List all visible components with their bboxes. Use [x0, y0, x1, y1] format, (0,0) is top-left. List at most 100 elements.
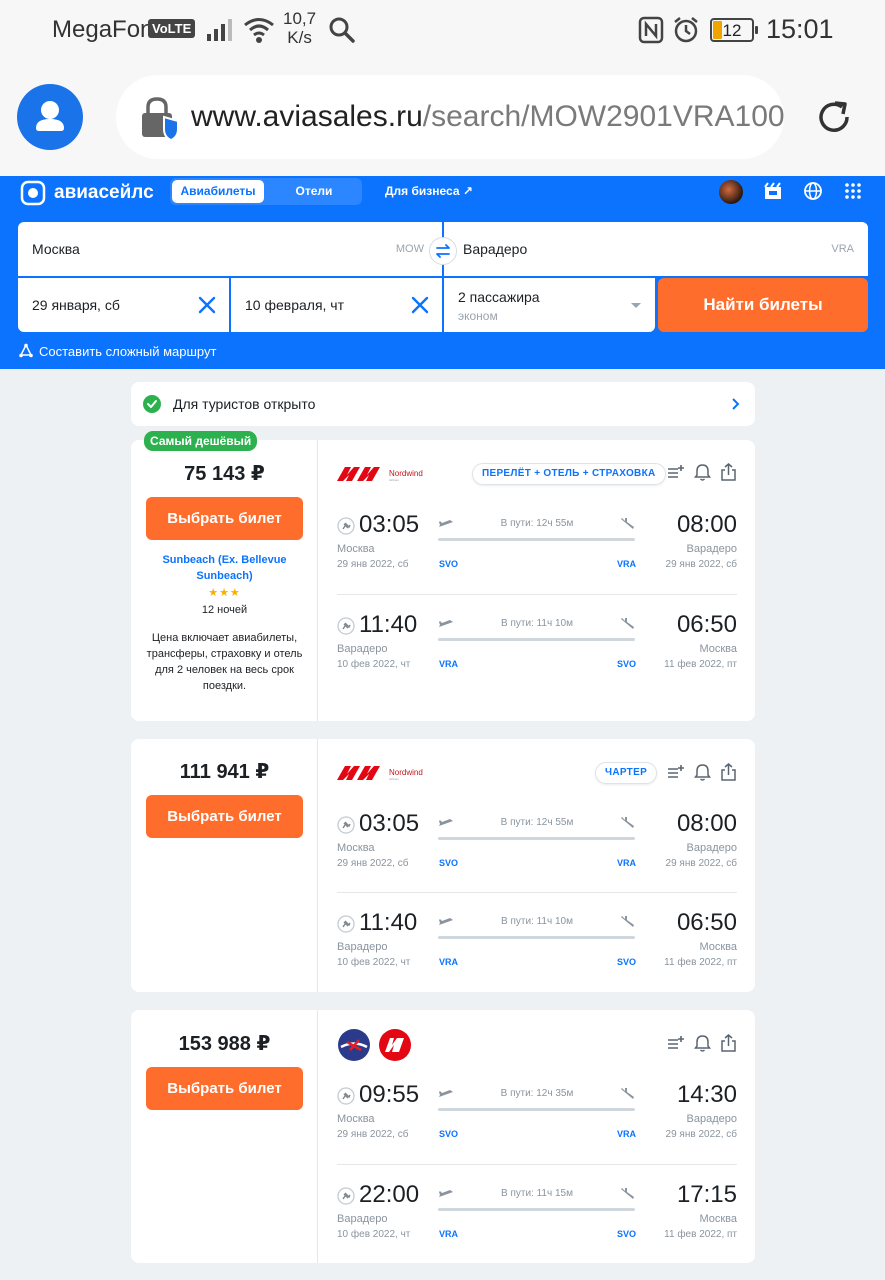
- add-to-list-icon[interactable]: [667, 1034, 685, 1052]
- product-tabs: Авиабилеты Отели: [170, 178, 362, 205]
- price-column: 75 143 ₽ Выбрать билет Sunbeach (Ex. Bel…: [131, 440, 318, 721]
- add-to-list-icon[interactable]: [667, 463, 685, 481]
- find-tickets-button[interactable]: Найти билеты: [658, 278, 868, 332]
- tab-hotels[interactable]: Отели: [270, 180, 358, 203]
- departure-airport: SVO: [439, 858, 459, 868]
- swap-button[interactable]: [429, 237, 457, 265]
- ticket-card: 153 988 ₽ Выбрать билет 09:55 14:30 Моск…: [131, 1010, 755, 1263]
- departure-date: 29 янв 2022, сб: [337, 559, 409, 570]
- clear-return-icon[interactable]: [410, 295, 430, 315]
- bell-icon[interactable]: [694, 1034, 711, 1052]
- clock: 15:01: [766, 14, 834, 44]
- passengers-field[interactable]: 2 пассажира эконом: [444, 278, 655, 332]
- aviasales-logo[interactable]: авиасейлс: [20, 180, 154, 206]
- pin-icon: [337, 915, 355, 933]
- departure-city: Москва: [337, 543, 375, 555]
- flight-duration: В пути: 11ч 10м: [501, 618, 573, 629]
- arrival-time: 17:15: [676, 1181, 737, 1208]
- passengers-count: 2 пассажира: [458, 289, 540, 305]
- cheapest-badge: Самый дешёвый: [144, 431, 258, 451]
- pin-icon: [337, 1187, 355, 1205]
- ticket-price: 111 941 ₽: [179, 761, 270, 783]
- pin-icon: [337, 517, 355, 535]
- price-column: 111 941 ₽ Выбрать билет: [131, 739, 318, 992]
- package-description: Цена включает авиабилеты, трансферы, стр…: [146, 632, 303, 692]
- flight-duration: В пути: 12ч 35м: [500, 1088, 574, 1099]
- origin-field[interactable]: Москва MOW: [18, 222, 442, 276]
- arrival-date: 29 янв 2022, сб: [665, 1129, 737, 1140]
- select-ticket-button[interactable]: Выбрать билет: [146, 1067, 303, 1110]
- depart-date-field[interactable]: 29 января, сб: [18, 278, 229, 332]
- arrival-time: 06:50: [676, 611, 737, 638]
- reload-icon[interactable]: [814, 97, 854, 137]
- departure-airport: SVO: [439, 1129, 459, 1139]
- complex-route-link[interactable]: Составить сложный маршрут: [18, 343, 216, 359]
- share-icon[interactable]: [720, 463, 737, 481]
- hotel-name-link[interactable]: Sunbeach (Ex. Bellevue Sunbeach): [141, 552, 308, 584]
- wifi-icon: [244, 18, 274, 43]
- check-circle-icon: [143, 395, 161, 413]
- ticket-card: 111 941 ₽ Выбрать билет Nordwind Airlines…: [131, 739, 755, 992]
- globe-icon[interactable]: [803, 181, 823, 201]
- user-avatar[interactable]: [719, 180, 743, 204]
- arrival-date: 11 фев 2022, пт: [664, 1229, 737, 1240]
- departure-airport: VRA: [439, 659, 459, 669]
- clear-depart-icon[interactable]: [197, 295, 217, 315]
- business-link[interactable]: Для бизнеса ↗: [385, 184, 473, 198]
- svg-text:Nordwind: Nordwind: [389, 768, 423, 777]
- flight-duration: В пути: 12ч 55м: [500, 817, 574, 828]
- destination-city: Варадеро: [463, 241, 528, 257]
- nights-count: 12 ночей: [201, 604, 248, 616]
- lock-icon: [142, 97, 179, 141]
- flight-segment: 22:00 17:15 Варадеро 10 фев 2022, чт Мос…: [337, 1164, 737, 1254]
- apps-grid-icon[interactable]: [843, 181, 863, 201]
- departure-time: 03:05: [359, 810, 420, 837]
- tab-flights[interactable]: Авиабилеты: [172, 180, 264, 203]
- address-bar[interactable]: www.aviasales.ru/search/MOW2901VRA100: [116, 75, 784, 159]
- route-line: [438, 538, 635, 541]
- departure-airport: SVO: [439, 559, 459, 569]
- cabin-class: эконом: [458, 309, 498, 323]
- profile-button[interactable]: [17, 84, 83, 150]
- departure-city: Варадеро: [337, 643, 388, 655]
- search-header: авиасейлс Авиабилеты Отели Для бизнеса ↗…: [0, 176, 885, 369]
- select-ticket-button[interactable]: Выбрать билет: [146, 795, 303, 838]
- svg-text:Airlines: Airlines: [389, 478, 399, 482]
- destination-field[interactable]: Варадеро VRA: [444, 222, 868, 276]
- search-icon: [329, 17, 355, 43]
- currency-icon[interactable]: [763, 181, 783, 201]
- card-actions: [667, 1034, 737, 1052]
- arrival-date: 29 янв 2022, сб: [665, 858, 737, 869]
- svg-text:Airlines: Airlines: [389, 777, 399, 781]
- return-date-field[interactable]: 10 февраля, чт: [231, 278, 442, 332]
- bell-icon[interactable]: [694, 763, 711, 781]
- destination-code: VRA: [831, 243, 854, 255]
- share-icon[interactable]: [720, 763, 737, 781]
- share-icon[interactable]: [720, 1034, 737, 1052]
- hotel-stars: ★★★: [208, 587, 241, 599]
- card-actions: [667, 463, 737, 481]
- battery-icon: 12: [710, 18, 758, 42]
- add-to-list-icon[interactable]: [667, 763, 685, 781]
- alarm-icon: [674, 17, 698, 43]
- origin-code: MOW: [395, 243, 424, 255]
- arrival-city: Москва: [699, 941, 737, 953]
- departure-date: 10 фев 2022, чт: [337, 659, 411, 670]
- tourists-open-banner[interactable]: Для туристов открыто: [131, 382, 755, 426]
- flight-segment: 03:05 08:00 Москва 29 янв 2022, сб Варад…: [337, 810, 737, 882]
- departure-date: 10 фев 2022, чт: [337, 957, 411, 968]
- arrival-date: 11 фев 2022, пт: [664, 659, 737, 670]
- departure-time: 03:05: [359, 511, 420, 538]
- nfc-icon: [638, 16, 664, 44]
- departure-city: Варадеро: [337, 941, 388, 953]
- arrival-airport: SVO: [617, 957, 637, 967]
- logo-icon: [20, 180, 46, 206]
- select-ticket-button[interactable]: Выбрать билет: [146, 497, 303, 540]
- departure-time: 22:00: [359, 1181, 420, 1208]
- arrival-time: 06:50: [676, 909, 737, 936]
- return-date: 10 февраля, чт: [245, 297, 345, 313]
- flight-duration: В пути: 12ч 55м: [500, 518, 574, 529]
- arrival-airport: SVO: [617, 1229, 637, 1239]
- bell-icon[interactable]: [694, 463, 711, 481]
- departure-time: 11:40: [359, 611, 418, 638]
